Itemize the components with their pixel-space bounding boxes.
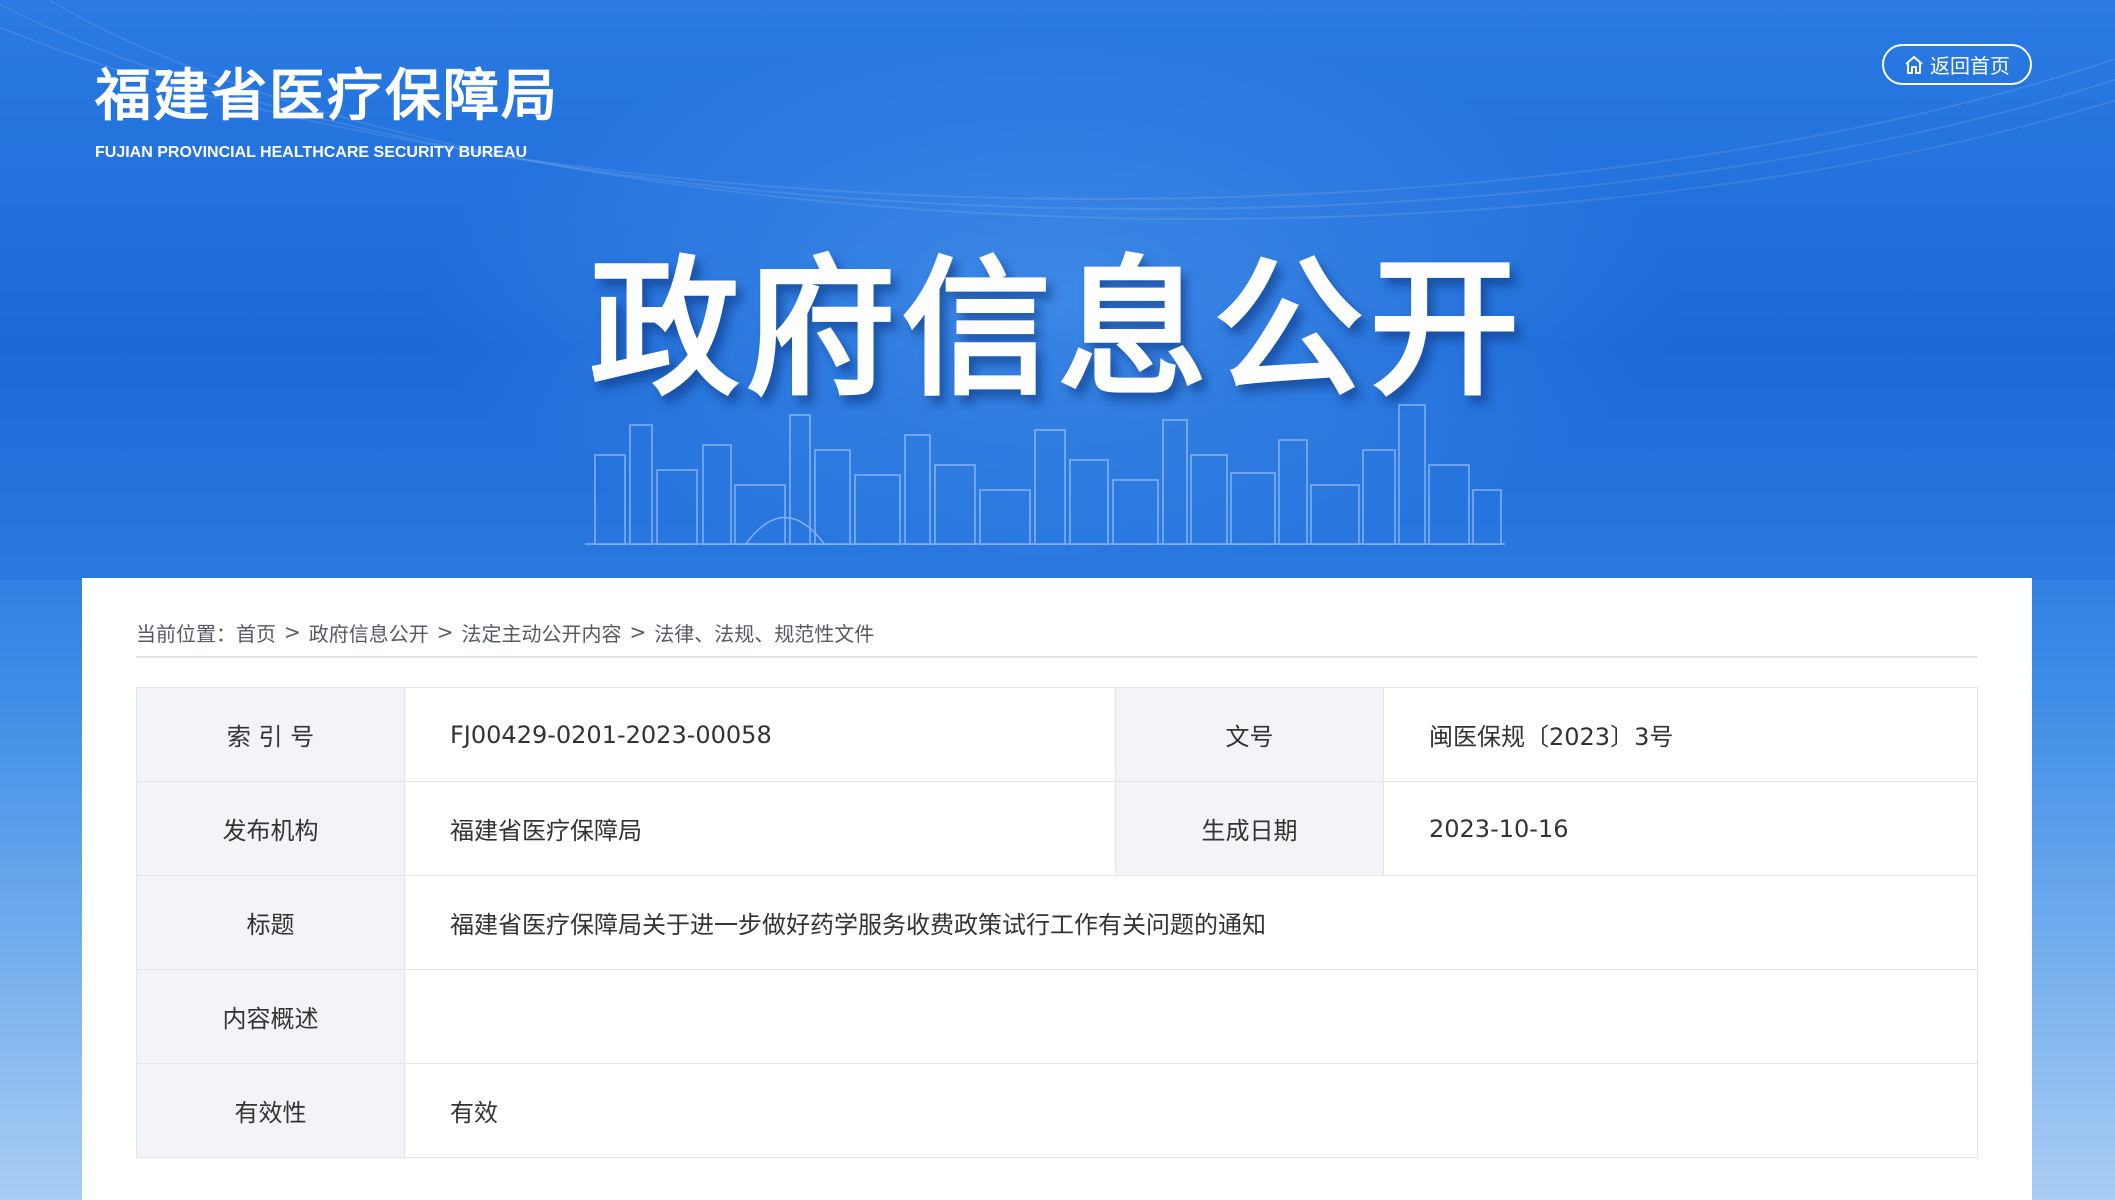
home-icon [1905, 55, 1923, 74]
header-banner: 福建省医疗保障局 FUJIAN PROVINCIAL HEALTHCARE SE… [0, 0, 2115, 580]
breadcrumb-separator: > [629, 620, 647, 644]
return-home-button[interactable]: 返回首页 [1882, 44, 2032, 85]
title-label: 标题 [136, 875, 405, 970]
breadcrumb-separator: > [284, 620, 301, 644]
table-row: 有效性 有效 [136, 1063, 1978, 1158]
summary-value [404, 969, 1978, 1064]
validity-value: 有效 [404, 1063, 1978, 1158]
document-number-value: 闽医保规〔2023〕3号 [1383, 687, 1978, 782]
breadcrumb-item-gov-info[interactable]: 政府信息公开 [309, 618, 429, 647]
validity-label: 有效性 [136, 1063, 405, 1158]
table-row: 发布机构 福建省医疗保障局 生成日期 2023-10-16 [136, 781, 1978, 876]
logo-english-name: FUJIAN PROVINCIAL HEALTHCARE SECURITY BU… [95, 144, 528, 161]
date-label: 生成日期 [1115, 781, 1384, 876]
breadcrumb-item-home[interactable]: 首页 [236, 618, 276, 647]
summary-label: 内容概述 [136, 969, 405, 1064]
site-logo[interactable]: 福建省医疗保障局 FUJIAN PROVINCIAL HEALTHCARE SE… [95, 62, 559, 162]
page-headline: 政府信息公开 [589, 243, 1526, 417]
index-number-label: 索 引 号 [136, 687, 405, 782]
table-row: 内容概述 [136, 969, 1978, 1064]
breadcrumb-item-statutory[interactable]: 法定主动公开内容 [462, 618, 622, 647]
table-row: 标题 福建省医疗保障局关于进一步做好药学服务收费政策试行工作有关问题的通知 [136, 875, 1978, 970]
return-home-label: 返回首页 [1930, 54, 2010, 78]
title-value: 福建省医疗保障局关于进一步做好药学服务收费政策试行工作有关问题的通知 [404, 875, 1978, 970]
city-skyline-decoration [585, 404, 1505, 545]
breadcrumb-separator: > [436, 620, 454, 644]
document-number-label: 文号 [1115, 687, 1384, 782]
logo-chinese-name: 福建省医疗保障局 [95, 64, 559, 129]
breadcrumb-prefix: 当前位置： [136, 621, 236, 646]
breadcrumb: 当前位置： 首页 > 政府信息公开 > 法定主动公开内容 > 法律、法规、规范性… [136, 608, 1978, 658]
document-info-table: 索 引 号 FJ00429-0201-2023-00058 文号 闽医保规〔20… [136, 687, 1978, 1158]
table-row: 索 引 号 FJ00429-0201-2023-00058 文号 闽医保规〔20… [136, 687, 1978, 782]
publisher-value: 福建省医疗保障局 [404, 781, 1116, 876]
index-number-value: FJ00429-0201-2023-00058 [404, 687, 1116, 782]
content-panel: 当前位置： 首页 > 政府信息公开 > 法定主动公开内容 > 法律、法规、规范性… [82, 578, 2032, 1200]
publisher-label: 发布机构 [136, 781, 405, 876]
date-value: 2023-10-16 [1383, 781, 1978, 876]
breadcrumb-item-regulations[interactable]: 法律、法规、规范性文件 [654, 618, 874, 647]
